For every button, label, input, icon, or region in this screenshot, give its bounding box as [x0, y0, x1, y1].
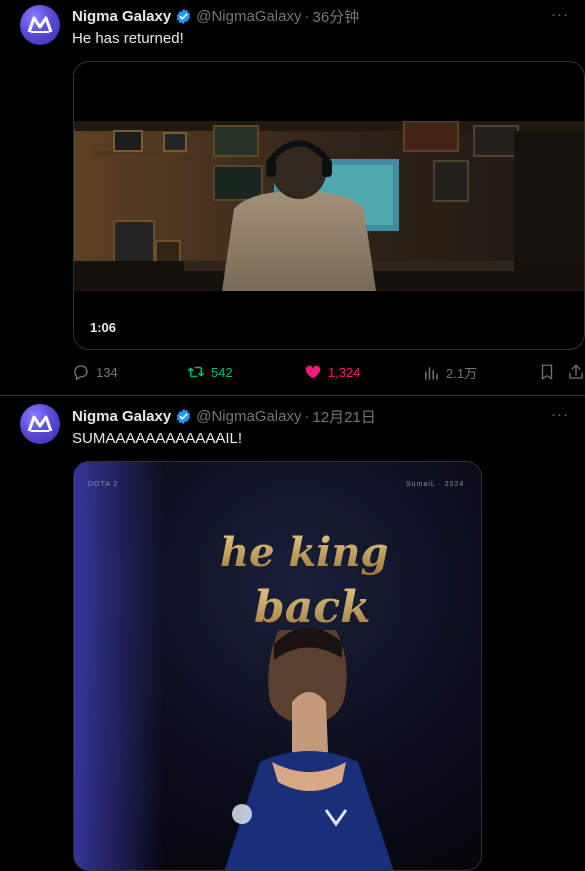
tweet-actions: 134 542 1,324 2.1万 — [72, 363, 585, 383]
retweet-count: 542 — [211, 364, 233, 380]
video-duration: 1:06 — [90, 320, 117, 335]
brand-label: DOTA 2 — [88, 481, 118, 488]
more-options-icon[interactable]: ··· — [551, 6, 569, 23]
tweet-image[interactable]: DOTA 2 SumaiL · 2024 he king back — [73, 461, 482, 871]
reply-button[interactable]: 134 — [72, 363, 118, 381]
poster-tag: SumaiL · 2024 — [406, 481, 464, 488]
author-handle[interactable]: @NigmaGalaxy — [196, 8, 301, 25]
tweet[interactable]: Nigma Galaxy @NigmaGalaxy · 12月21日 ··· S… — [0, 397, 585, 871]
tweet-header: Nigma Galaxy @NigmaGalaxy · 36分钟 ··· — [72, 6, 571, 26]
separator-dot: · — [304, 407, 310, 425]
verified-badge-icon — [177, 408, 191, 424]
separator-dot: · — [304, 7, 310, 25]
share-icon — [569, 364, 583, 379]
tweet-text: SUMAAAAAAAAAAAAIL! — [72, 430, 243, 447]
timestamp[interactable]: 12月21日 — [312, 406, 375, 427]
avatar[interactable] — [20, 5, 60, 45]
view-count: 2.1万 — [446, 366, 478, 381]
like-button[interactable]: 1,324 — [304, 363, 361, 381]
views-button[interactable]: 2.1万 — [422, 363, 477, 382]
retweet-icon — [187, 366, 205, 378]
author-name[interactable]: Nigma Galaxy — [72, 408, 171, 425]
poster-headline-line2: back — [254, 582, 371, 633]
like-count: 1,324 — [328, 364, 361, 380]
tweet[interactable]: Nigma Galaxy @NigmaGalaxy · 36分钟 ··· He … — [0, 0, 585, 396]
avatar[interactable] — [20, 404, 60, 444]
author-name[interactable]: Nigma Galaxy — [72, 8, 171, 25]
poster-image: DOTA 2 SumaiL · 2024 he king back — [74, 462, 481, 870]
tweet-header: Nigma Galaxy @NigmaGalaxy · 12月21日 ··· — [72, 406, 571, 426]
retweet-button[interactable]: 542 — [187, 363, 233, 381]
reply-icon — [74, 365, 88, 381]
bookmark-button[interactable] — [538, 363, 556, 381]
views-icon — [425, 366, 438, 380]
heart-icon — [305, 365, 321, 379]
poster-headline-line1: he king — [220, 529, 388, 576]
timeline-feed: Nigma Galaxy @NigmaGalaxy · 36分钟 ··· He … — [0, 0, 585, 871]
nigma-logo-icon — [27, 16, 53, 33]
reply-count: 134 — [96, 364, 118, 380]
more-options-icon[interactable]: ··· — [551, 406, 569, 423]
nigma-logo-icon — [27, 415, 53, 432]
author-handle[interactable]: @NigmaGalaxy — [196, 408, 301, 425]
video-thumbnail — [74, 121, 584, 291]
video-player[interactable]: 1:06 — [73, 61, 585, 350]
share-button[interactable] — [567, 363, 585, 381]
bookmark-icon — [541, 364, 553, 380]
timestamp[interactable]: 36分钟 — [312, 6, 359, 27]
tweet-text: He has returned! — [72, 30, 184, 47]
verified-badge-icon — [177, 8, 191, 24]
